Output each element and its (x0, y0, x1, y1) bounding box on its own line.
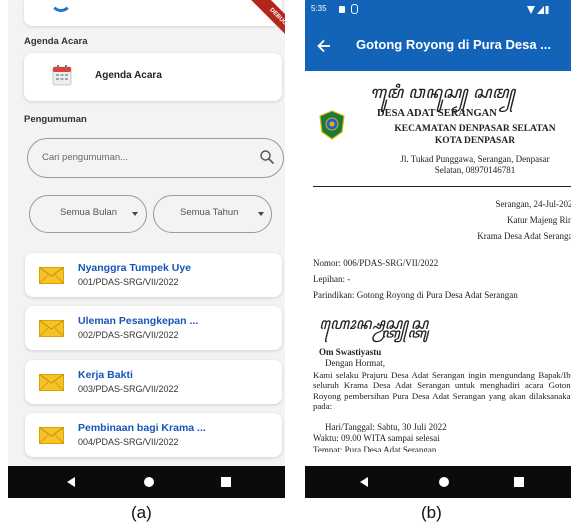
notice-number: 001/PDAS-SRG/VII/2022 (78, 277, 179, 287)
search-input[interactable] (42, 149, 242, 165)
system-nav-bar (8, 466, 285, 498)
search-icon[interactable] (259, 149, 275, 165)
letterhead-address: Jl. Tukad Punggawa, Serangan, Denpasar S… (375, 154, 571, 176)
sync-icon (351, 4, 358, 14)
village-emblem-icon (319, 110, 345, 140)
event-time: Waktu: 09.00 WITA sampai selesai (313, 433, 440, 443)
letter-number: Nomor: 006/PDAS-SRG/VII/2022 (313, 258, 439, 268)
notice-title: Pembinaan bagi Krama ... (78, 422, 206, 434)
notice-number: 002/PDAS-SRG/VII/2022 (78, 330, 179, 340)
year-filter-dropdown[interactable]: Semua Tahun (153, 195, 272, 233)
notice-item[interactable]: Nyanggra Tumpek Uye 001/PDAS-SRG/VII/202… (25, 253, 282, 297)
top-card (24, 0, 282, 26)
notice-item[interactable]: Pembinaan bagi Krama ... 004/PDAS-SRG/VI… (25, 413, 282, 457)
caption-b: (b) (421, 503, 442, 522)
recipient-line: Krama Desa Adat Serangan (477, 231, 571, 241)
recents-nav-icon[interactable] (221, 477, 231, 487)
system-nav-bar (305, 466, 571, 498)
home-nav-icon[interactable] (439, 477, 449, 487)
greeting: Om Swastiyastu (319, 347, 382, 357)
subject-line: Parindikan: Gotong Royong di Pura Desa A… (313, 290, 518, 300)
letterhead-org: DESA ADAT SERANGAN (377, 108, 497, 119)
event-date: Hari/Tanggal: Sabtu, 30 Juli 2022 (325, 422, 447, 432)
agenda-card-label: Agenda Acara (95, 70, 162, 81)
notice-item[interactable]: Kerja Bakti 003/PDAS-SRG/VII/2022 (25, 360, 282, 404)
year-filter-label: Semua Tahun (180, 207, 239, 218)
screen-a: DEBUG Agenda Acara Agenda Acara Pengumum… (8, 0, 285, 498)
notification-icon (339, 6, 345, 13)
caption-a: (a) (131, 503, 152, 522)
loading-arc-icon (50, 0, 72, 12)
letter-body: Kami selaku Prajuru Desa Adat Serangan i… (313, 370, 571, 412)
envelope-icon (39, 320, 64, 337)
attachment-line: Lepihan: - (313, 274, 351, 284)
status-bar: 5:35 (305, 0, 571, 21)
back-nav-icon[interactable] (360, 477, 368, 487)
place-date: Serangan, 24-Jul-2022 (495, 199, 571, 209)
address-line: Selatan, 08970146781 (434, 165, 516, 175)
home-nav-icon[interactable] (144, 477, 154, 487)
month-filter-label: Semua Bulan (60, 207, 118, 218)
notice-title: Kerja Bakti (78, 369, 133, 381)
calendar-icon (52, 65, 72, 86)
letter-document: ꦒꦸꦩꦶ ꦮꦤꦸꦱ꧀ ꦱꦩ꧀ DESA ADAT SERANGAN KECAMA… (305, 71, 571, 466)
salutation: Dengan Hormat, (325, 358, 385, 368)
back-arrow-icon[interactable] (317, 39, 331, 53)
notice-number: 004/PDAS-SRG/VII/2022 (78, 437, 179, 447)
back-nav-icon[interactable] (67, 477, 75, 487)
recipient-line: Katur Majeng Ring (507, 215, 571, 225)
letterhead-district: KECAMATAN DENPASAR SELATAN (394, 124, 556, 134)
chevron-down-icon (132, 212, 138, 216)
search-field[interactable] (27, 138, 284, 178)
app-bar: Gotong Royong di Pura Desa ... (305, 21, 571, 71)
recents-nav-icon[interactable] (514, 477, 524, 487)
status-time: 5:35 (311, 4, 327, 13)
event-place: Tempat: Pura Desa Adat Serangan (313, 445, 437, 452)
notice-title: Nyanggra Tumpek Uye (78, 262, 192, 274)
notice-item[interactable]: Uleman Pesangkepan ... 002/PDAS-SRG/VII/… (25, 306, 282, 350)
envelope-icon (39, 427, 64, 444)
screen-b: 5:35 Gotong Royong di Pura Desa ... ꦒꦸꦩꦶ… (305, 0, 571, 498)
letterhead-city: KOTA DENPASAR (434, 136, 516, 146)
envelope-icon (39, 374, 64, 391)
agenda-card[interactable]: Agenda Acara (24, 53, 282, 101)
envelope-icon (39, 267, 64, 284)
greeting-script: ꦲꦺꦴꦤ꧀ꦱ꧀ꦮꦱ꧀ꦠꦾꦱ꧀ꦠꦸ (319, 316, 429, 333)
notice-title: Uleman Pesangkepan ... (78, 315, 199, 327)
signal-icon (527, 6, 549, 14)
letterhead-divider (313, 186, 571, 187)
section-title-agenda: Agenda Acara (24, 36, 88, 47)
month-filter-dropdown[interactable]: Semua Bulan (29, 195, 147, 233)
section-title-announcements: Pengumuman (24, 114, 87, 125)
chevron-down-icon (258, 212, 264, 216)
page-title: Gotong Royong di Pura Desa ... (356, 37, 552, 52)
notice-number: 003/PDAS-SRG/VII/2022 (78, 384, 179, 394)
address-line: Jl. Tukad Punggawa, Serangan, Denpasar (400, 154, 550, 164)
